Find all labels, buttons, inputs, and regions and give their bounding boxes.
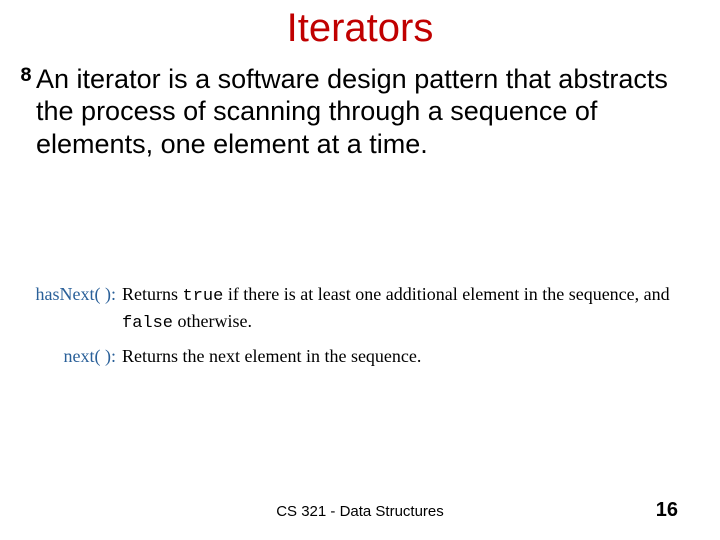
method-row: next( ): Returns the next element in the… bbox=[10, 344, 710, 368]
method-definitions: hasNext( ): Returns true if there is at … bbox=[10, 282, 710, 376]
keyword-true: true bbox=[183, 287, 224, 306]
desc-text: otherwise. bbox=[173, 311, 252, 331]
method-description: Returns the next element in the sequence… bbox=[122, 344, 710, 368]
method-description: Returns true if there is at least one ad… bbox=[122, 282, 710, 336]
desc-text: Returns the next element in the sequence… bbox=[122, 346, 421, 366]
bullet-item: 8 An iterator is a software design patte… bbox=[20, 63, 700, 160]
method-name: next( ): bbox=[10, 344, 122, 368]
keyword-false: false bbox=[122, 314, 173, 333]
bullet-marker-icon: 8 bbox=[20, 63, 32, 91]
body-text: 8 An iterator is a software design patte… bbox=[0, 63, 720, 160]
desc-text: if there is at least one additional elem… bbox=[223, 284, 669, 304]
slide-title: Iterators bbox=[0, 0, 720, 51]
method-row: hasNext( ): Returns true if there is at … bbox=[10, 282, 710, 336]
footer-course-label: CS 321 - Data Structures bbox=[0, 503, 720, 520]
slide: Iterators 8 An iterator is a software de… bbox=[0, 0, 720, 540]
method-name: hasNext( ): bbox=[10, 282, 122, 306]
desc-text: Returns bbox=[122, 284, 183, 304]
footer-page-number: 16 bbox=[656, 499, 678, 522]
bullet-content: An iterator is a software design pattern… bbox=[36, 63, 700, 160]
